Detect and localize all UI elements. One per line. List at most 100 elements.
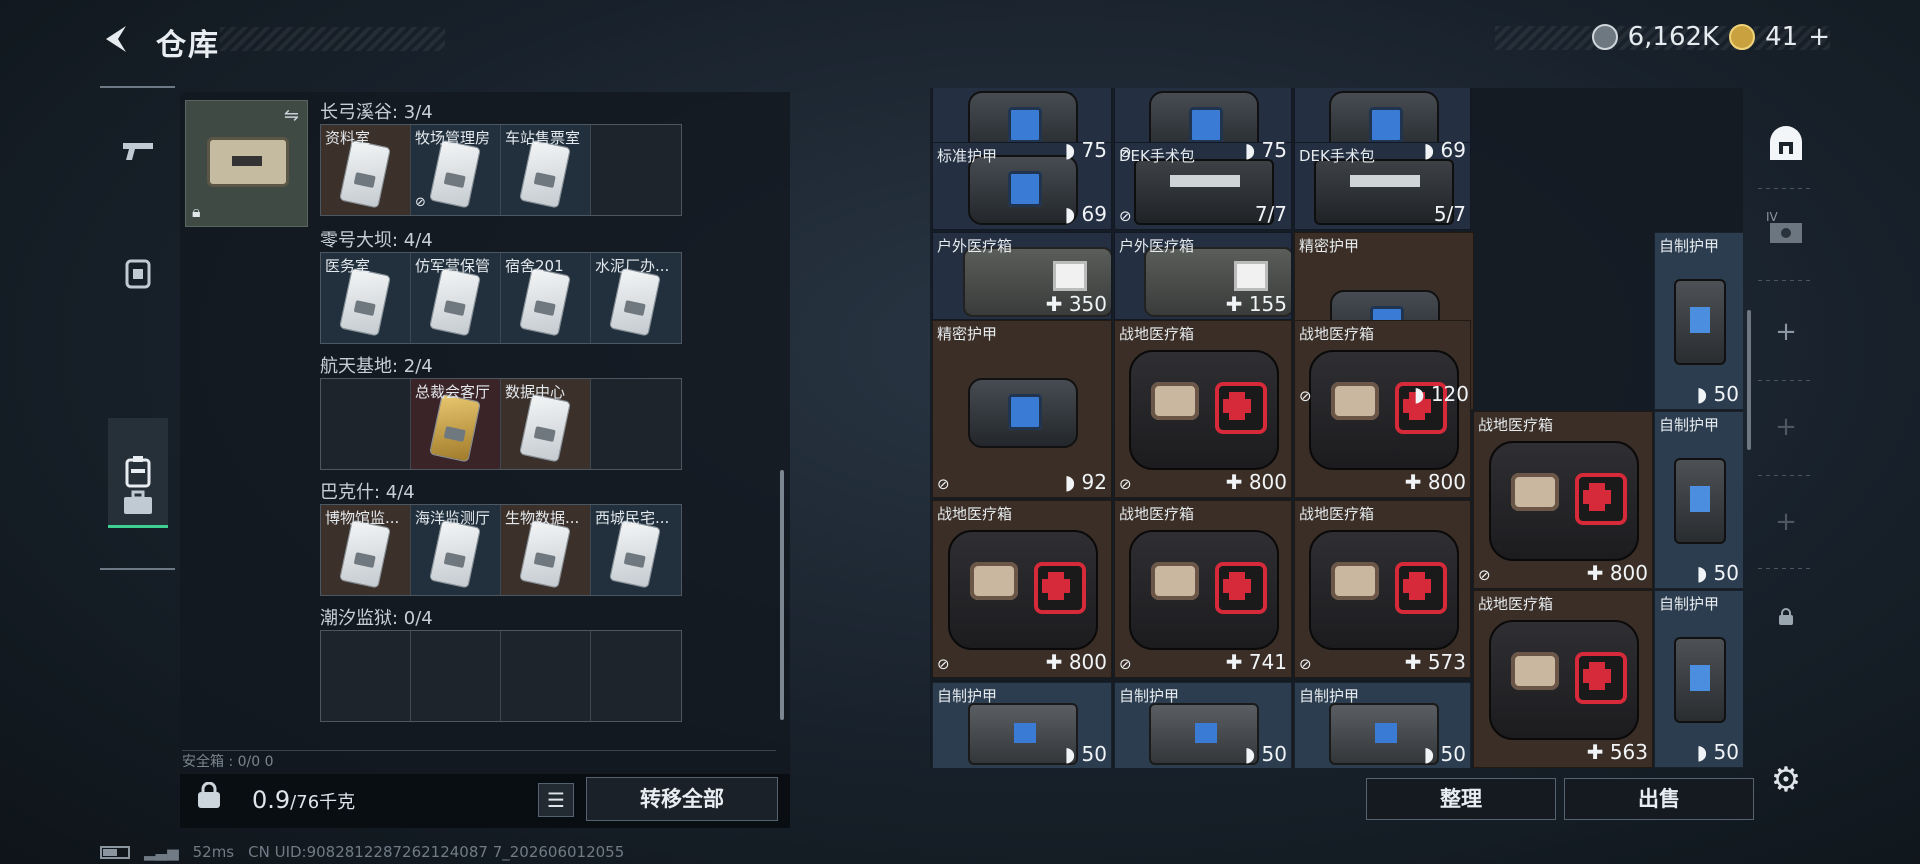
left-scrollbar[interactable] (780, 470, 784, 720)
ping-readout: 52ms (192, 843, 235, 861)
first-aid-kit-icon (1129, 350, 1279, 470)
stash-panel: ◗ 75 ◗ 75 ⊘ ◗ 69 标准护甲 ◗ 69 DEK手术包 7/7 ⊘ DEK手术包 5/7… (930, 88, 1743, 768)
stash-item[interactable]: 战地医疗箱 ✚ 573 ⊘ (1294, 500, 1471, 678)
item-name: 标准护甲 (937, 147, 998, 165)
keycard-icon (518, 267, 572, 337)
stash-item[interactable]: 自制护甲 ◗ 50 (1294, 682, 1471, 768)
stash-item[interactable]: 战地医疗箱 ✚ 563 (1473, 590, 1653, 768)
stash-item[interactable]: 战地医疗箱 ✚ 800 ⊘ (1114, 320, 1292, 498)
stash-item[interactable]: 自制护甲 ◗ 50 (1654, 590, 1743, 768)
tab-divider (1758, 188, 1814, 189)
item-value: ✚ 573 (1404, 650, 1466, 674)
stash-item[interactable]: 自制护甲 ◗ 50 (1654, 411, 1743, 589)
keycard-slot[interactable]: 牧场管理房 ⊘ (411, 125, 501, 215)
list-view-button[interactable]: ☰ (538, 783, 574, 817)
sell-button[interactable]: 出售 (1564, 778, 1754, 820)
keycard-slot[interactable]: 医务室 (321, 253, 411, 343)
keycard-slot[interactable]: 生物数据... (501, 505, 591, 595)
gun-icon[interactable] (108, 116, 168, 186)
armor-icon[interactable] (108, 238, 168, 308)
stash-item[interactable]: 自制护甲 ◗ 50 (932, 682, 1112, 768)
stash-item[interactable]: 户外医疗箱 ✚ 350 (932, 232, 1112, 320)
keycard-slot[interactable]: 宿舍201 (501, 253, 591, 343)
keycard-slot[interactable]: 博物馆监... (321, 505, 411, 595)
item-name: 战地医疗箱 (1478, 416, 1554, 434)
keycard-name: 海洋监测厅 (415, 509, 491, 527)
expand-icon[interactable]: IV (1758, 200, 1814, 264)
first-aid-kit-icon (1308, 350, 1459, 470)
sort-button[interactable]: 整理 (1366, 778, 1556, 820)
empty-keycard-slot[interactable] (591, 379, 681, 469)
stash-icon[interactable] (1758, 112, 1814, 176)
homemade-armor-icon (1328, 703, 1439, 765)
item-value: ◗ 75 (1064, 138, 1107, 162)
red-cross-icon (1583, 490, 1611, 504)
stash-item[interactable]: 战地医疗箱 ✚ 800 ⊘ (1473, 411, 1653, 589)
keycard-name: 车站售票室 (505, 129, 581, 147)
ticket-coin-icon (1729, 24, 1756, 50)
keycard-name: 医务室 (325, 257, 371, 275)
empty-keycard-slot[interactable] (411, 631, 501, 721)
stash-item[interactable]: 战地医疗箱 ✚ 800 (1294, 320, 1471, 498)
empty-keycard-slot[interactable] (321, 379, 411, 469)
empty-keycard-slot[interactable] (591, 631, 681, 721)
item-name: 战地医疗箱 (1478, 595, 1554, 613)
homemade-armor-icon (968, 703, 1078, 765)
add-tab-icon[interactable]: + (1758, 300, 1814, 364)
gold-keycard-icon (428, 393, 482, 463)
empty-keycard-slot[interactable] (321, 631, 411, 721)
region-label: 航天基地: 2/4 (320, 356, 433, 377)
empty-keycard-slot[interactable] (501, 631, 591, 721)
keycard-slot[interactable]: 水泥厂办... (591, 253, 681, 343)
region-label: 潮汐监狱: 0/4 (320, 608, 433, 629)
item-name: 战地医疗箱 (1299, 325, 1375, 343)
keycard-name: 数据中心 (505, 383, 566, 401)
homemade-armor-icon (1674, 458, 1726, 544)
keycard-slot[interactable]: 海洋监测厅 (411, 505, 501, 595)
item-value: ✚ 741 (1225, 650, 1287, 674)
stash-item[interactable]: 自制护甲 ◗ 50 (1114, 682, 1292, 768)
settings-gear-icon[interactable]: ⚙ (1766, 760, 1806, 800)
surgical-kit-icon (1134, 159, 1274, 225)
keycard-slot[interactable]: 数据中心 (501, 379, 591, 469)
stash-item[interactable]: 精密护甲 ◗ 92 ⊘ (932, 320, 1112, 498)
swap-icon[interactable]: ⇋ (284, 105, 299, 126)
weight-readout: 0.9/76千克 (252, 786, 355, 814)
keycard-region-list: 长弓溪谷: 3/4 资料室 牧场管理房 ⊘ 车站售票室 零号大坝: 4/4 医务室… (320, 92, 782, 750)
keycard-icon (428, 519, 482, 589)
add-tab-icon[interactable]: + (1758, 490, 1814, 554)
stash-item[interactable]: 战地医疗箱 ✚ 741 ⊘ (1114, 500, 1292, 678)
left-nav (100, 86, 175, 570)
item-value: ✚ 563 (1586, 740, 1648, 764)
page-title: 仓库 (156, 28, 220, 63)
stash-item[interactable]: 战地医疗箱 ✚ 800 ⊘ (932, 500, 1112, 678)
back-arrow-icon[interactable] (100, 22, 134, 56)
stash-item[interactable]: 户外医疗箱 ✚ 155 (1114, 232, 1292, 320)
empty-keycard-slot[interactable] (591, 125, 681, 215)
item-name: 自制护甲 (1659, 595, 1720, 613)
keycard-icon (518, 393, 572, 463)
briefcase-icon[interactable] (108, 468, 168, 538)
keycard-name: 博物馆监... (325, 509, 400, 527)
keycard-slot[interactable]: 总裁会客厅 (411, 379, 501, 469)
item-value: ✚ 800 (1225, 470, 1287, 494)
keycard-name: 牧场管理房 (415, 129, 491, 147)
first-aid-kit-icon (1129, 530, 1279, 650)
lock-icon[interactable] (1758, 585, 1814, 649)
item-value: ◗ 50 (1423, 742, 1466, 766)
add-currency-button[interactable]: + (1808, 22, 1830, 52)
red-cross-icon (1583, 669, 1611, 683)
stash-scrollbar[interactable] (1747, 310, 1751, 450)
keycard-slot[interactable]: 资料室 (321, 125, 411, 215)
item-name: 自制护甲 (937, 687, 998, 705)
keycard-slot[interactable]: 仿军营保管 (411, 253, 501, 343)
keycard-name: 生物数据... (505, 509, 580, 527)
stash-item[interactable]: 自制护甲 ◗ 50 (1654, 232, 1743, 410)
item-value: 7/7 (1254, 202, 1287, 226)
keycard-slot[interactable]: 西城民宅... (591, 505, 681, 595)
transfer-all-button[interactable]: 转移全部 (586, 777, 778, 821)
first-aid-kit-icon (1308, 530, 1459, 650)
keycard-slot[interactable]: 车站售票室 (501, 125, 591, 215)
item-name: DEK手术包 (1119, 147, 1195, 165)
add-tab-icon[interactable]: + (1758, 395, 1814, 459)
